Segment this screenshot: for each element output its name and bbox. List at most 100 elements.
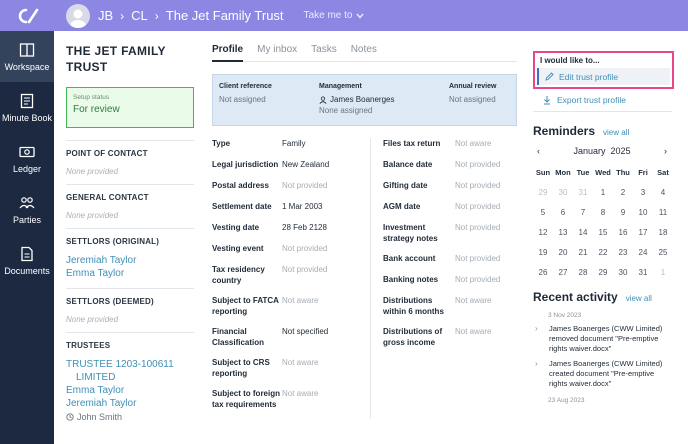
tab-profile[interactable]: Profile [212,44,244,62]
calendar-month: January [573,146,606,156]
calendar-day[interactable]: 3 [633,182,653,202]
setup-status-label: Setup status [73,94,110,101]
calendar-weekday: Fri [638,167,648,177]
sidebar-item-label: Workspace [4,61,50,72]
sidebar-item-label: Documents [4,265,50,276]
party-link[interactable]: Jeremiah Taylor [66,397,194,410]
field-label: Tax residency country [212,265,265,285]
field-value: Not provided [282,244,328,253]
calendar-day[interactable]: 5 [533,202,553,222]
calendar-day[interactable]: 30 [613,262,633,282]
field-value: Not provided [455,254,501,263]
field-value: Not provided [282,265,328,274]
calendar-day[interactable]: 16 [613,222,633,242]
party-link[interactable]: Emma Taylor [66,267,194,280]
calendar-day[interactable]: 8 [593,202,613,222]
client-reference: Client reference Not assigned [219,83,319,125]
breadcrumb-item[interactable]: CL [131,8,148,23]
field-value: Not provided [455,181,501,190]
tab-my-inbox[interactable]: My inbox [257,44,297,61]
field-label: Vesting date [212,223,260,232]
annual-review-value: Not assigned [449,95,496,104]
sidebar-item-workspace[interactable]: Workspace [0,31,54,82]
annual-review: Annual review Not assigned [449,83,496,125]
person-icon [319,95,327,104]
export-trust-profile-button[interactable]: Export trust profile [533,95,672,112]
reminders-view-all-link[interactable]: view all [603,128,629,137]
party-link-continuation[interactable]: LIMITED [66,371,194,384]
recent-activity-title: Recent activity [533,290,618,304]
calendar-day[interactable]: 23 [613,242,633,262]
calendar-day[interactable]: 1 [653,262,673,282]
calendar-day[interactable]: 18 [653,222,673,242]
former-trustee[interactable]: John Smith [66,412,194,422]
calendar-day[interactable]: 9 [613,202,633,222]
setup-status-box: Setup status For review [66,87,194,128]
calendar-day[interactable]: 31 [633,262,653,282]
calendar-day[interactable]: 7 [573,202,593,222]
app-logo[interactable] [0,0,54,31]
calendar-day[interactable]: 15 [593,222,613,242]
top-bar: JB › CL › The Jet Family Trust Take me t… [0,0,688,31]
calendar-day[interactable]: 14 [573,222,593,242]
tab-notes[interactable]: Notes [351,44,377,61]
sidebar-item-ledger[interactable]: Ledger [0,133,54,184]
tab-tasks[interactable]: Tasks [311,44,337,61]
profile-field-row: Distributions of gross income Not aware [383,326,510,348]
activity-item[interactable]: › James Boanerges (CWW Limited) created … [533,359,688,389]
party-link[interactable]: TRUSTEE 1203-100611 [66,358,194,371]
management: Management James Boanerges None assigned [319,83,449,125]
party-link[interactable]: Jeremiah Taylor [66,254,194,267]
profile-field-row: Distributions within 6 months Not aware [383,295,510,317]
calendar-day[interactable]: 19 [533,242,553,262]
calendar-day[interactable]: 12 [533,222,553,242]
calendar-day[interactable]: 1 [593,182,613,202]
activity-item[interactable]: › James Boanerges (CWW Limited) removed … [533,324,688,354]
section-title: POINT OF CONTACT [66,149,148,158]
take-me-to-dropdown[interactable]: Take me to [304,10,365,21]
calendar-day[interactable]: 13 [553,222,573,242]
field-value: Not aware [455,327,492,336]
field-value: Not provided [282,181,328,190]
calendar-day[interactable]: 2 [613,182,633,202]
export-icon [544,96,550,105]
chevron-right-icon: › [120,8,125,23]
calendar-day[interactable]: 4 [653,182,673,202]
main-content: Profile My inbox Tasks Notes Client refe… [212,31,517,444]
section-title: SETTLORS (DEEMED) [66,297,154,306]
calendar-day[interactable]: 24 [633,242,653,262]
calendar-day[interactable]: 30 [553,182,573,202]
party-link[interactable]: Emma Taylor [66,384,194,397]
edit-trust-profile-label: Edit trust profile [559,71,619,82]
calendar-day[interactable]: 26 [533,262,553,282]
calendar-day[interactable]: 22 [593,242,613,262]
profile-field-row: Balance date Not provided [383,159,510,171]
sidebar-item-parties[interactable]: Parties [0,184,54,235]
calendar-day[interactable]: 25 [653,242,673,262]
activity-view-all-link[interactable]: view all [626,294,652,303]
calendar-day[interactable]: 6 [553,202,573,222]
profile-field-row: Subject to FATCA reporting Not aware [212,295,362,317]
calendar-day[interactable]: 10 [633,202,653,222]
calendar-day[interactable]: 28 [573,262,593,282]
calendar-day[interactable]: 27 [553,262,573,282]
breadcrumb-item[interactable]: JB [98,8,113,23]
calendar-day[interactable]: 11 [653,202,673,222]
calendar-day[interactable]: 17 [633,222,653,242]
calendar-day[interactable]: 31 [573,182,593,202]
sidebar-item-documents[interactable]: Documents [0,235,54,286]
field-value: Not aware [282,296,319,305]
chevron-right-icon[interactable]: › [664,146,667,156]
calendar-day[interactable]: 29 [593,262,613,282]
calendar-day[interactable]: 21 [573,242,593,262]
take-me-to-label: Take me to [303,10,353,21]
edit-trust-profile-button[interactable]: Edit trust profile [537,68,670,85]
calendar-day[interactable]: 20 [553,242,573,262]
sidebar-item-minute-book[interactable]: Minute Book [0,82,54,133]
avatar[interactable] [66,3,90,28]
chevron-left-icon[interactable]: ‹ [537,146,540,156]
profile-field-row: Vesting event Not provided [212,243,362,255]
management-person[interactable]: James Boanerges [319,95,449,104]
settlors-deemed-section: SETTLORS (DEEMED) None provided [66,288,194,324]
calendar-day[interactable]: 29 [533,182,553,202]
